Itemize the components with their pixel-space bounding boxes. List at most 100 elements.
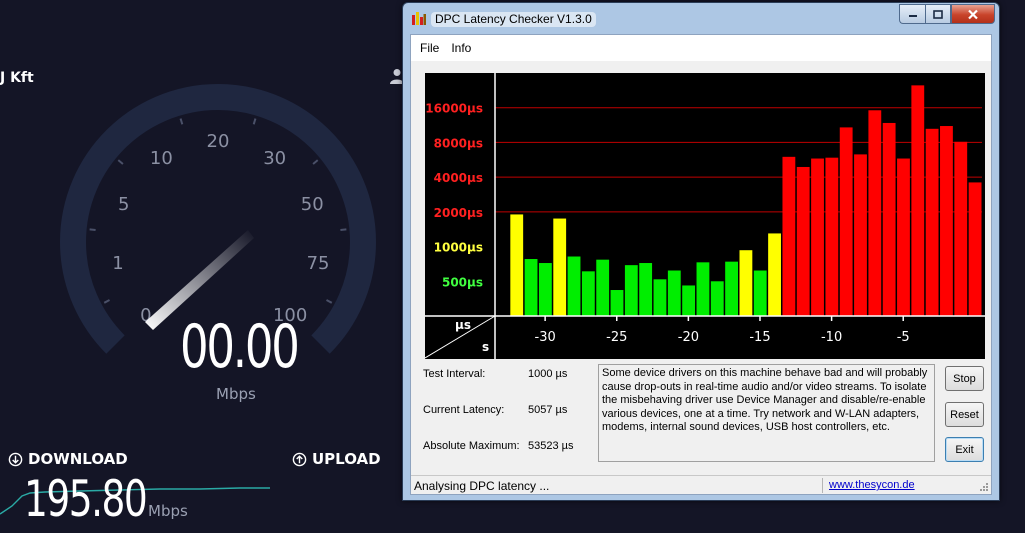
gauge-tick-label: 20	[207, 131, 230, 152]
gauge-minor-tick	[312, 159, 319, 165]
chart-bar	[739, 250, 753, 316]
corner-x-unit: s	[482, 340, 489, 354]
y-tick-label: 1000µs	[434, 241, 483, 255]
gauge-minor-tick	[340, 228, 347, 231]
chart-bar	[596, 259, 610, 316]
y-tick-label: 16000µs	[425, 102, 483, 116]
chart-bar	[897, 158, 910, 316]
chart-bar	[682, 285, 696, 316]
gauge-tick-label: 30	[263, 148, 286, 169]
gauge-minor-tick	[179, 118, 184, 125]
chart-bar	[610, 290, 624, 316]
stop-button[interactable]: Stop	[945, 366, 984, 391]
menu-bar: File Info	[411, 35, 991, 61]
chart-bar	[825, 157, 839, 316]
absolute-maximum-value: 53523 µs	[528, 440, 574, 452]
chart-bar	[510, 214, 524, 316]
chart-bar	[882, 122, 896, 317]
chart-bar	[567, 256, 581, 316]
chart-bar	[796, 166, 810, 316]
chart-bar	[811, 158, 824, 316]
x-tick-label: -25	[606, 330, 627, 345]
download-speed-unit: Mbps	[148, 502, 188, 520]
chart-bar	[954, 141, 968, 316]
gauge-minor-tick	[103, 299, 110, 304]
current-latency-value: 5057 µs	[528, 404, 568, 416]
chart-bar	[868, 110, 882, 316]
chart-bar	[538, 263, 552, 316]
download-speed-value: 195.80	[24, 470, 148, 528]
chart-bar	[725, 261, 738, 316]
minimize-button[interactable]	[899, 4, 925, 24]
chart-bar	[696, 262, 710, 316]
chart-bar	[940, 126, 953, 317]
dpc-latency-chart: 16000µs 8000µs 4000µs 2000µs 1000µs 500µs µss -…	[425, 73, 985, 359]
chart-bar	[710, 281, 724, 316]
chart-bar	[624, 265, 638, 316]
status-divider	[822, 478, 823, 493]
app-bars-icon	[412, 12, 426, 25]
current-latency-label: Current Latency:	[423, 404, 505, 416]
maximize-button[interactable]	[925, 4, 951, 24]
absolute-maximum-label: Absolute Maximum:	[423, 440, 520, 452]
window-controls	[899, 4, 995, 24]
download-label: DOWNLOAD	[8, 450, 128, 468]
menu-info[interactable]: Info	[445, 41, 477, 55]
chart-bar	[925, 128, 939, 316]
current-speed-value: 00.00	[180, 312, 300, 382]
status-text: Analysing DPC latency ...	[414, 479, 550, 493]
chart-bar	[782, 156, 796, 316]
gauge-minor-tick	[326, 299, 333, 304]
chart-bar	[653, 279, 667, 316]
gauge-tick-label: 10	[150, 148, 173, 169]
gauge-minor-tick	[117, 159, 124, 165]
gauge-tick-label: 1	[112, 253, 123, 274]
chart-bar	[854, 154, 867, 316]
exit-button[interactable]: Exit	[945, 437, 984, 462]
website-link[interactable]: www.thesycon.de	[829, 479, 915, 491]
y-tick-label: 2000µs	[434, 206, 483, 220]
test-interval-value: 1000 µs	[528, 368, 568, 380]
chart-bar	[639, 263, 653, 316]
close-icon	[968, 9, 978, 19]
chart-bar	[524, 259, 538, 316]
y-tick-label: 8000µs	[434, 136, 483, 150]
download-label-text: DOWNLOAD	[28, 450, 128, 468]
chart-bar	[839, 127, 853, 316]
reset-button[interactable]: Reset	[945, 402, 984, 427]
upload-label: UPLOAD	[292, 450, 381, 468]
download-arrow-icon	[8, 452, 23, 466]
window-titlebar[interactable]: DPC Latency Checker V1.3.0	[403, 3, 999, 33]
chart-bar	[753, 270, 767, 316]
gauge-tick-label: 5	[118, 194, 129, 215]
dpc-latency-window: DPC Latency Checker V1.3.0 File Info 160…	[402, 2, 1000, 501]
window-title: DPC Latency Checker V1.3.0	[431, 12, 596, 27]
chart-bar	[667, 270, 681, 316]
gauge-minor-tick	[252, 118, 257, 125]
diagnostic-message: Some device drivers on this machine beha…	[598, 364, 935, 462]
menu-file[interactable]: File	[414, 41, 445, 55]
current-speed-unit: Mbps	[216, 385, 256, 403]
x-tick-label: -10	[821, 330, 842, 345]
upload-arrow-icon	[292, 452, 307, 466]
chart-bar	[553, 218, 567, 316]
y-tick-label: 500µs	[442, 275, 483, 289]
corner-y-unit: µs	[455, 318, 471, 332]
gauge-minor-tick	[89, 228, 96, 231]
status-bar: Analysing DPC latency ... www.thesycon.d…	[411, 475, 991, 494]
chart-bar	[968, 182, 982, 316]
window-client-area: File Info 16000µs 8000µs 4000µs 2000µs 1000µ…	[410, 34, 992, 495]
upload-label-text: UPLOAD	[312, 450, 381, 468]
y-tick-label: 4000µs	[434, 171, 483, 185]
close-button[interactable]	[951, 4, 995, 24]
x-tick-label: -5	[897, 330, 910, 345]
maximize-icon	[933, 9, 943, 19]
x-tick-label: -15	[749, 330, 770, 345]
resize-grip-icon[interactable]	[979, 482, 989, 492]
gauge-tick-label: 75	[307, 253, 330, 274]
chart-bar	[911, 85, 925, 316]
x-tick-label: -30	[535, 330, 556, 345]
gauge-tick-label: 50	[301, 194, 324, 215]
chart-bar	[768, 233, 781, 316]
x-tick-label: -20	[678, 330, 699, 345]
